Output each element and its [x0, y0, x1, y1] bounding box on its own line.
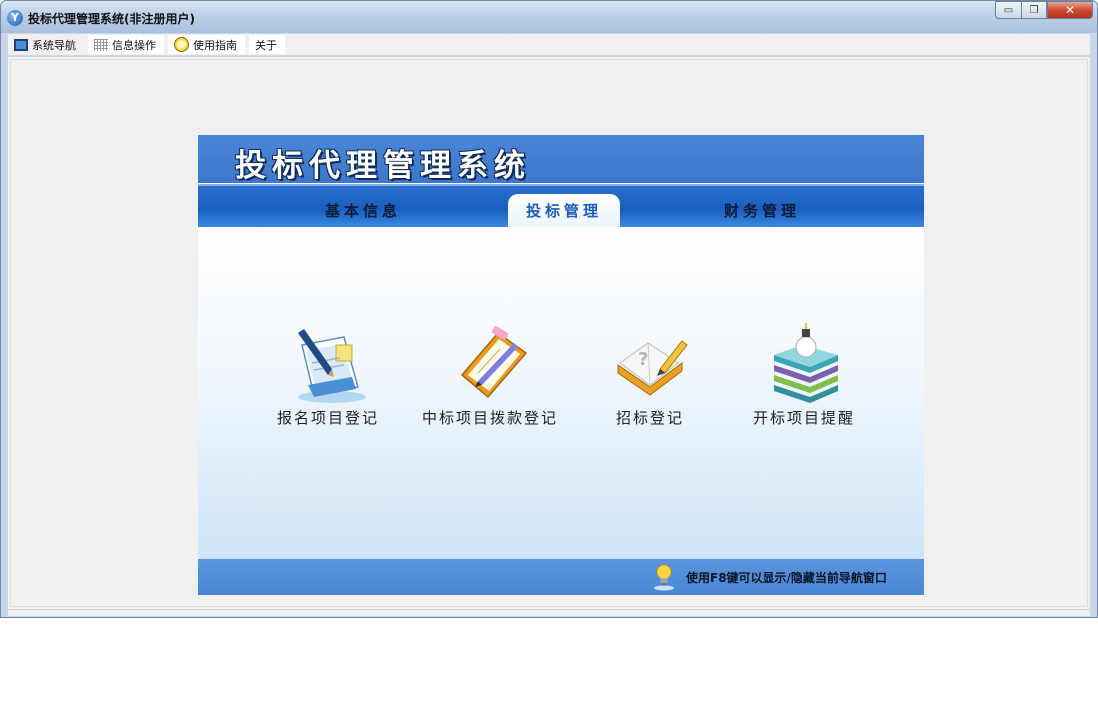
nav-item-label: 中标项目拨款登记	[421, 409, 558, 427]
sun-icon	[174, 37, 189, 52]
restore-button[interactable]: ❐	[1021, 1, 1047, 19]
menu-about[interactable]: 关于	[249, 35, 288, 54]
tab-basic-info[interactable]: 基本信息	[293, 194, 433, 228]
panel-title: 投标代理管理系统	[235, 148, 531, 184]
nav-item-label: 报名项目登记	[276, 409, 379, 427]
minimize-button[interactable]: ▭	[995, 1, 1021, 19]
nav-item-tender-registration[interactable]: ? 招标登记	[580, 323, 720, 428]
book-pencil-icon: ?	[617, 340, 688, 396]
window-controls: ▭ ❐ ✕	[995, 1, 1093, 21]
tab-bar: 基本信息 投标管理 财务管理	[198, 184, 924, 229]
status-bar	[8, 609, 1090, 616]
menu-label: 系统导航	[32, 38, 76, 52]
menu-bar: 系统导航 信息操作 使用指南 关于	[8, 34, 1090, 56]
menu-info-ops[interactable]: 信息操作	[88, 35, 167, 54]
svg-text:?: ?	[638, 349, 648, 370]
grid-icon	[94, 38, 108, 51]
f8-hint-text: 使用F8键可以显示/隐藏当前导航窗口	[686, 571, 887, 585]
clipboard-pen-icon	[460, 326, 528, 399]
panel-header: 投标代理管理系统	[198, 135, 924, 184]
tab-bid-management[interactable]: 投标管理	[508, 194, 620, 229]
panel-body: 报名项目登记 中标项目拨款登记 ? 招标登记 开标项目提醒	[198, 227, 924, 559]
close-button[interactable]: ✕	[1047, 1, 1093, 19]
nav-item-label: 开标项目提醒	[752, 409, 855, 427]
menu-label: 使用指南	[193, 38, 237, 52]
menu-label: 信息操作	[112, 38, 156, 52]
nav-item-registration[interactable]: 报名项目登记	[258, 323, 398, 428]
navigation-panel: 投标代理管理系统 基本信息 投标管理 财务管理 报名项目登记 中标项目拨款登记 …	[198, 135, 924, 595]
lightbulb-icon	[654, 564, 674, 591]
menu-user-guide[interactable]: 使用指南	[168, 35, 248, 54]
menu-label: 关于	[255, 38, 277, 52]
monitor-icon	[14, 38, 28, 51]
nav-item-bid-opening-reminder[interactable]: 开标项目提醒	[734, 323, 874, 428]
window-title: 投标代理管理系统(非注册用户)	[28, 12, 195, 26]
nav-item-award-funding[interactable]: 中标项目拨款登记	[420, 323, 560, 428]
panel-footer: 使用F8键可以显示/隐藏当前导航窗口	[198, 559, 924, 595]
nav-item-label: 招标登记	[615, 409, 684, 427]
document-pen-icon	[298, 329, 366, 403]
books-lightbulb-icon	[774, 323, 838, 403]
title-bar[interactable]: Y 投标代理管理系统(非注册用户) ▭ ❐ ✕	[1, 1, 1097, 33]
tab-finance-management[interactable]: 财务管理	[692, 194, 832, 228]
app-logo-icon: Y	[7, 10, 23, 26]
menu-system-nav[interactable]: 系统导航	[8, 35, 87, 54]
